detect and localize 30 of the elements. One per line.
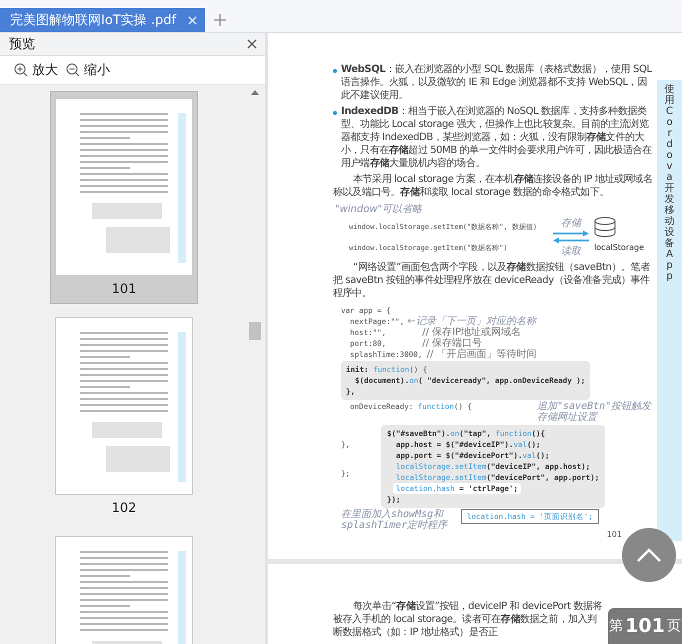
zoom-in-icon — [14, 63, 28, 77]
page-number: 102 — [112, 501, 136, 516]
page-number: 101 — [112, 282, 136, 297]
document-tab[interactable]: 完美图解物联网IoT实操 .pdf — [0, 8, 205, 32]
close-icon[interactable] — [247, 39, 257, 49]
zoom-in-button[interactable]: 放大 — [14, 61, 58, 79]
zoom-out-icon — [66, 63, 80, 77]
database-label: localStorage — [594, 243, 646, 252]
bullet-text: WebSQL：嵌入在浏览器的小型 SQL 数据库（表格式数据），使用 SQL 语言操作。火狐，以及微软的 IE 和 Edge 浏览器都不支持 WebSQL，因此不建议使用。 — [341, 63, 653, 102]
arrow-label: 读取 — [561, 244, 582, 258]
paragraph: “网络设置”画面包含两个字段，以及存储数据按钮（saveBtn）。笔者把 saveBtn 按钮的事件处理程序放在 deviceReady（设备准备完成）事件程序中。 — [333, 261, 651, 300]
right-arrow — [553, 230, 590, 237]
page-number: 101 — [606, 530, 622, 539]
page-indicator: 第 101 页 — [608, 608, 682, 644]
left-arrow — [553, 237, 590, 244]
arrow-label: 存储 — [561, 216, 582, 230]
page-thumbnail[interactable]: 101 — [50, 91, 198, 304]
zoom-out-button[interactable]: 缩小 — [66, 61, 110, 79]
plus-icon[interactable] — [213, 13, 227, 27]
handwritten-note: "window"可以省略 — [335, 202, 424, 216]
paragraph: 本节采用 local storage 方案，在本机存储连接设备的 IP 地址或网域名称以及端口号。存储和读取 local storage 数据的命令格式如下。 — [333, 173, 654, 199]
bullet-text: IndexedDB：相当于嵌入在浏览器的 NoSQL 数据库，支持多种数据类型、功能比 Local storage 强大，但操作上也比较复杂。目前的主流浏览器都支持 IndexedDB，某些浏览器，如：火狐，没有限制存储文件的大小，只有在存储超过 50MB 的单一文件时会要求用户许可，因此极适合在用户端存储大量脱机内容的场合。 — [341, 105, 653, 170]
database-icon — [594, 216, 616, 236]
panel-title: 预览 — [9, 36, 35, 53]
bullet-icon — [333, 111, 337, 115]
paragraph: 每次单击“存储设置”按钮，deviceIP 和 devicePort 数据将被存入手机的 local storage。读者可在存储数据之前，加入判断数据格式（如：IP 地址格式）是否正 — [333, 600, 604, 639]
bullet-icon — [333, 69, 337, 73]
handwritten-note: 在里面加入showMsg和splashTimer定时程序 — [341, 509, 450, 531]
handwritten-note: 追加"saveBtn"按钮触发存储网址设置 — [537, 401, 653, 423]
chevron-up-icon — [636, 547, 662, 563]
